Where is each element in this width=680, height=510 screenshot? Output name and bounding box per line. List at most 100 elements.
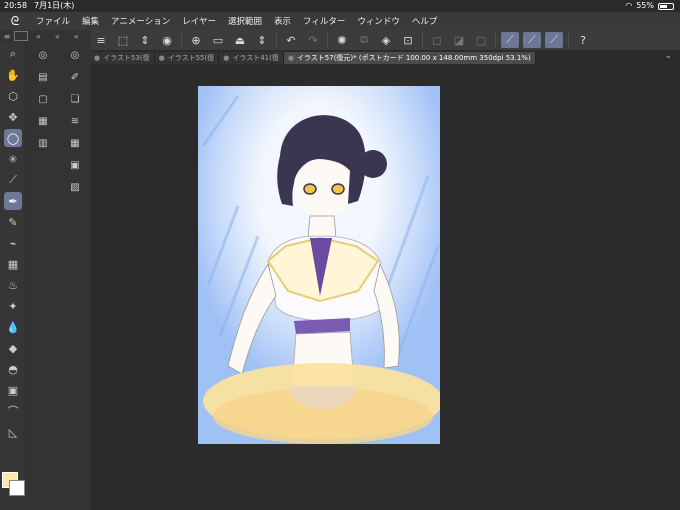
hamburger-menu-icon[interactable]: ≡ — [92, 32, 110, 48]
material-icon[interactable]: ▤ — [34, 68, 52, 86]
close-icon[interactable]: ● — [288, 54, 294, 62]
pen-icon[interactable]: ✒ — [4, 192, 22, 210]
eyedropper-icon[interactable]: ⟋ — [4, 171, 22, 189]
save-icon[interactable]: ⏏ — [231, 32, 249, 48]
background-color-swatch[interactable] — [9, 480, 25, 496]
eraser-icon[interactable]: ◆ — [4, 339, 22, 357]
blend-icon[interactable]: 💧 — [4, 318, 22, 336]
fill-icon[interactable]: ◓ — [4, 360, 22, 378]
menu-selection[interactable]: 選択範囲 — [222, 15, 268, 27]
menu-filter[interactable]: フィルター — [297, 15, 351, 27]
battery-percent: 55% — [636, 1, 654, 10]
figure-icon[interactable]: ◺ — [4, 423, 22, 441]
brush-icon[interactable]: ⌁ — [4, 234, 22, 252]
stabilizer-3-icon[interactable]: ⟋ — [545, 32, 563, 48]
canvas-area[interactable] — [90, 64, 680, 510]
close-icon[interactable]: ● — [94, 54, 100, 62]
sub-tool-icon[interactable]: ◎ — [66, 46, 84, 64]
tab-label: イラスト53(復 — [103, 54, 150, 62]
history-icon[interactable]: ▥ — [34, 134, 52, 152]
airbrush-icon[interactable]: ♨ — [4, 276, 22, 294]
sub-tool-column-1: ◎ ▤ ▢ ▦ ▥ — [28, 42, 58, 222]
menu-edit[interactable]: 編集 — [76, 15, 105, 27]
tab-label: イラスト55(復 — [167, 54, 215, 62]
fill-canvas-icon[interactable]: ◈ — [377, 32, 395, 48]
stepper-icon[interactable]: ⇕ — [136, 32, 154, 48]
preview-icon[interactable]: ◉ — [158, 32, 176, 48]
zoom-icon[interactable]: ⌕ — [4, 45, 22, 63]
decoration-icon[interactable]: ✦ — [4, 297, 22, 315]
hand-icon[interactable]: ✋ — [4, 66, 22, 84]
status-date: 7月1日(木) — [34, 1, 75, 10]
layers-stack-icon[interactable]: ≋ — [66, 112, 84, 130]
operation-icon[interactable]: ⬡ — [4, 87, 22, 105]
tool-palette: ⌕ ✋ ⬡ ✥ ◯ ✳ ⟋ ✒ ✎ ⌁ ▦ ♨ ✦ 💧 ◆ ◓ ▣ ⌒ ◺ — [0, 42, 26, 482]
artwork-illustration — [198, 86, 440, 444]
menu-view[interactable]: 表示 — [268, 15, 297, 27]
left-panel-header: ≡ « « « — [0, 30, 90, 42]
toolbar-separator-4 — [422, 33, 423, 47]
tab-doc-41[interactable]: ● イラスト41(復 — [219, 52, 284, 64]
undo-icon[interactable]: ↶ — [282, 32, 300, 48]
tab-label: イラスト57(復元)* (ポストカード 100.00 x 148.00mm 35… — [296, 54, 531, 62]
menu-file[interactable]: ファイル — [30, 15, 76, 27]
help-icon[interactable]: ? — [574, 32, 592, 48]
sub-tool-column-2: ◎ ✐ ❏ ≋ ▦ ▣ ▨ — [60, 42, 90, 222]
transform-icon[interactable]: ⬚ — [114, 32, 132, 48]
tab-label: イラスト41(復 — [232, 54, 279, 62]
tab-doc-55[interactable]: ● イラスト55(復 — [154, 52, 220, 64]
brush-size-icon[interactable]: ✐ — [66, 68, 84, 86]
select-all-icon[interactable]: ◻ — [428, 32, 446, 48]
drawing-canvas[interactable] — [198, 86, 440, 444]
clear-icon[interactable]: ✺ — [333, 32, 351, 48]
menu-animation[interactable]: アニメーション — [105, 15, 176, 27]
collapse-left-icon-3[interactable]: « — [74, 32, 79, 41]
move-icon[interactable]: ✥ — [4, 108, 22, 126]
panel-menu-icon[interactable]: ≡ — [0, 32, 14, 41]
close-icon[interactable]: ● — [223, 54, 229, 62]
status-right: ◠ 55% — [625, 0, 674, 12]
curve-icon[interactable]: ⌒ — [4, 402, 22, 420]
menu-window[interactable]: ウィンドウ — [351, 15, 406, 27]
camera-icon[interactable]: ▣ — [66, 156, 84, 174]
menu-help[interactable]: ヘルプ — [406, 15, 444, 27]
copy-icon[interactable]: ⧉ — [355, 32, 373, 48]
gradient-icon[interactable]: ▣ — [4, 381, 22, 399]
undo-redo-stepper-icon[interactable]: ⇕ — [253, 32, 271, 48]
layer-icon[interactable]: ❏ — [66, 90, 84, 108]
collapse-left-icon[interactable]: « — [36, 32, 41, 41]
lasso-icon[interactable]: ◯ — [4, 129, 22, 147]
toolbar-separator-2 — [276, 33, 277, 47]
menu-layer[interactable]: レイヤー — [176, 15, 222, 27]
grid-icon[interactable]: ▦ — [66, 134, 84, 152]
crop-icon[interactable]: ⊡ — [399, 32, 417, 48]
tab-doc-53[interactable]: ● イラスト53(復 — [90, 52, 155, 64]
tab-doc-57[interactable]: ● イラスト57(復元)* (ポストカード 100.00 x 148.00mm 3… — [283, 52, 536, 64]
magic-wand-icon[interactable]: ✳ — [4, 150, 22, 168]
app-logo-icon[interactable]: ᘓ — [0, 14, 30, 29]
redo-icon[interactable]: ↷ — [304, 32, 322, 48]
open-folder-icon[interactable]: ▭ — [209, 32, 227, 48]
toolbar-separator-6 — [568, 33, 569, 47]
invert-selection-icon[interactable]: ▢ — [472, 32, 490, 48]
stabilizer-2-icon[interactable]: ⟋ — [523, 32, 541, 48]
layer-property-icon[interactable]: ▢ — [34, 90, 52, 108]
wifi-icon: ◠ — [625, 1, 633, 10]
panel-dropdown-icon[interactable] — [14, 31, 28, 41]
deselect-icon[interactable]: ◪ — [450, 32, 468, 48]
command-bar: ≡ ⬚ ⇕ ◉ ⊕ ▭ ⏏ ⇕ ↶ ↷ ✺ ⧉ ◈ ⊡ ◻ ◪ ▢ ⟋ ⟋ ⟋ … — [90, 30, 680, 50]
new-file-icon[interactable]: ⊕ — [187, 32, 205, 48]
frame-icon[interactable]: ▦ — [4, 255, 22, 273]
image-icon[interactable]: ▨ — [66, 178, 84, 196]
stabilizer-1-icon[interactable]: ⟋ — [501, 32, 519, 48]
navigator-icon[interactable]: ◎ — [34, 46, 52, 64]
collapse-left-icon-2[interactable]: « — [55, 32, 60, 41]
chevron-down-icon[interactable]: ⌄ — [664, 51, 672, 61]
color-set-icon[interactable]: ▦ — [34, 112, 52, 130]
battery-icon — [658, 2, 674, 10]
close-icon[interactable]: ● — [159, 54, 165, 62]
toolbar-separator-3 — [327, 33, 328, 47]
status-bar: 20:58 7月1日(木) ◠ 55% — [0, 0, 680, 12]
status-time: 20:58 — [4, 1, 28, 10]
pencil-icon[interactable]: ✎ — [4, 213, 22, 231]
